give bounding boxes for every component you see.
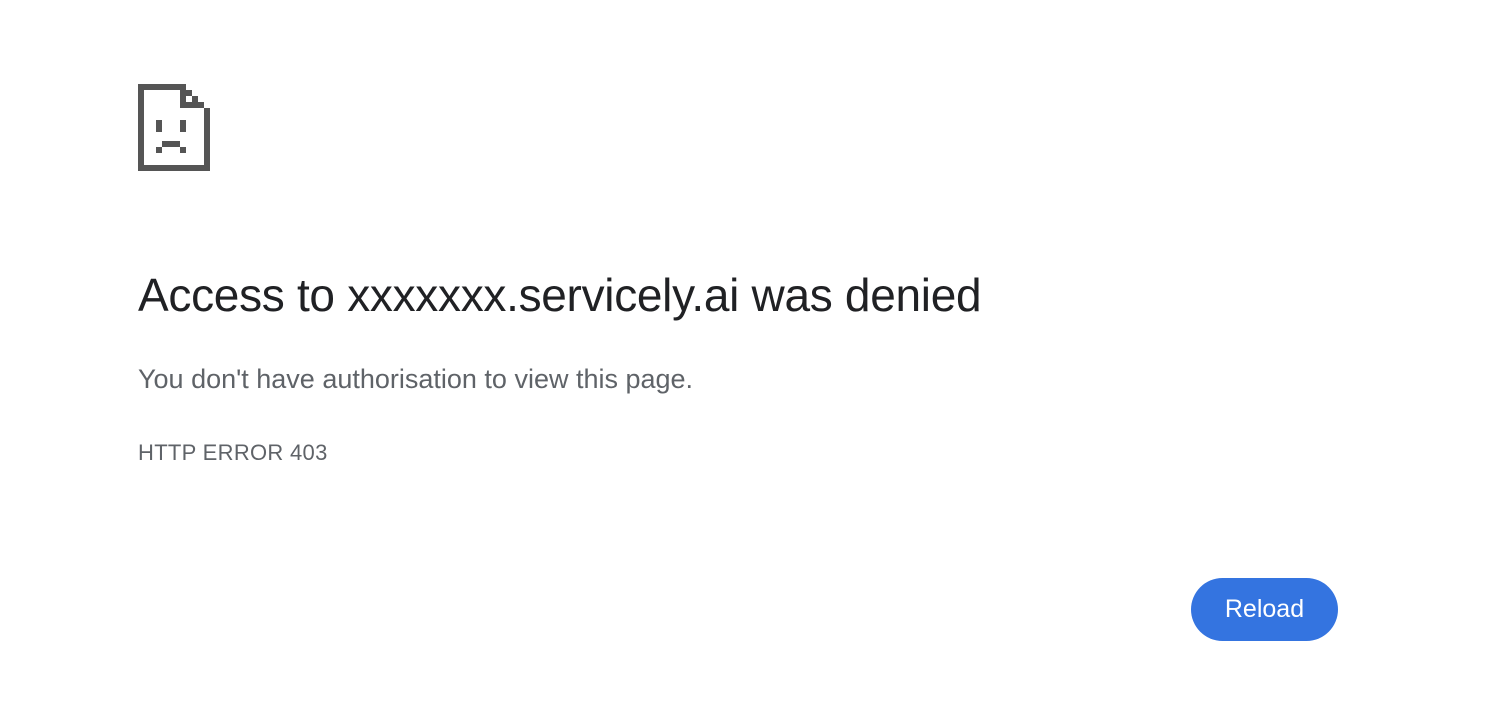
error-message: You don't have authorisation to view thi… — [138, 364, 694, 394]
error-headline: Access to xxxxxxx.servicely.ai was denie… — [138, 269, 982, 321]
sad-page-icon — [138, 84, 210, 171]
error-code: HTTP ERROR 403 — [138, 440, 328, 465]
reload-button[interactable]: Reload — [1191, 578, 1338, 641]
error-page: Access to xxxxxxx.servicely.ai was denie… — [0, 0, 1502, 726]
